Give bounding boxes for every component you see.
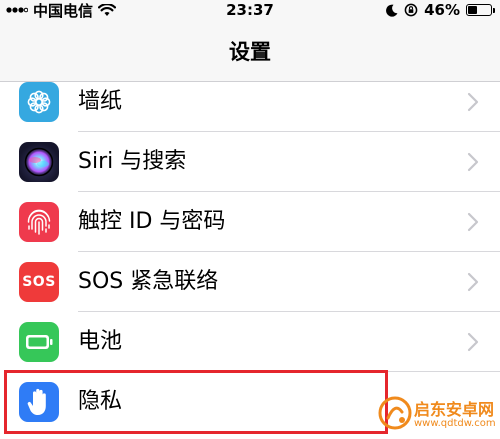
watermark-text: 启东安卓网 xyxy=(414,400,495,419)
fingerprint-tile xyxy=(19,202,59,242)
settings-row-siri[interactable]: Siri 与搜索 xyxy=(0,132,500,192)
chevron-right-icon xyxy=(467,92,479,112)
wallpaper-tile xyxy=(19,82,59,122)
settings-row-sos[interactable]: SOS SOS 紧急联络 xyxy=(0,252,500,312)
settings-row-label: 墙纸 xyxy=(78,89,123,114)
chevron-right-icon xyxy=(467,212,479,232)
highlight-box xyxy=(4,370,388,434)
settings-row-label: SOS 紧急联络 xyxy=(78,269,219,294)
settings-row-label: 电池 xyxy=(78,329,123,354)
battery-icon xyxy=(26,335,53,349)
moon-icon xyxy=(386,4,398,17)
siri-tile xyxy=(19,142,59,182)
battery-status-icon xyxy=(466,4,495,16)
settings-row-label: Siri 与搜索 xyxy=(78,149,187,174)
status-bar: 中国电信 23:37 46% xyxy=(0,0,500,20)
settings-row-battery[interactable]: 电池 xyxy=(0,312,500,372)
settings-row-label: 触控 ID 与密码 xyxy=(78,209,226,234)
watermark: 启东安卓网 www.qdtdw.com xyxy=(376,392,500,438)
wallpaper-flower-icon xyxy=(27,90,51,114)
settings-row-wallpaper[interactable]: 墙纸 xyxy=(0,82,500,132)
chevron-right-icon xyxy=(467,272,479,292)
status-right: 46% xyxy=(386,0,495,20)
navigation-bar: 设置 xyxy=(0,20,500,82)
sos-icon: SOS xyxy=(19,262,59,302)
chevron-right-icon xyxy=(467,152,479,172)
watermark-logo-icon xyxy=(378,396,412,430)
battery-tile xyxy=(19,322,59,362)
battery-percent: 46% xyxy=(424,1,460,19)
sos-icon-text: SOS xyxy=(22,274,56,290)
rotation-lock-icon xyxy=(404,3,418,17)
page-title: 设置 xyxy=(229,40,271,64)
chevron-right-icon xyxy=(467,332,479,352)
battery-fill xyxy=(468,6,478,14)
settings-row-touch-id[interactable]: 触控 ID 与密码 xyxy=(0,192,500,252)
watermark-url: www.qdtdw.com xyxy=(414,418,496,429)
fingerprint-icon xyxy=(27,209,51,235)
siri-icon xyxy=(24,147,54,177)
